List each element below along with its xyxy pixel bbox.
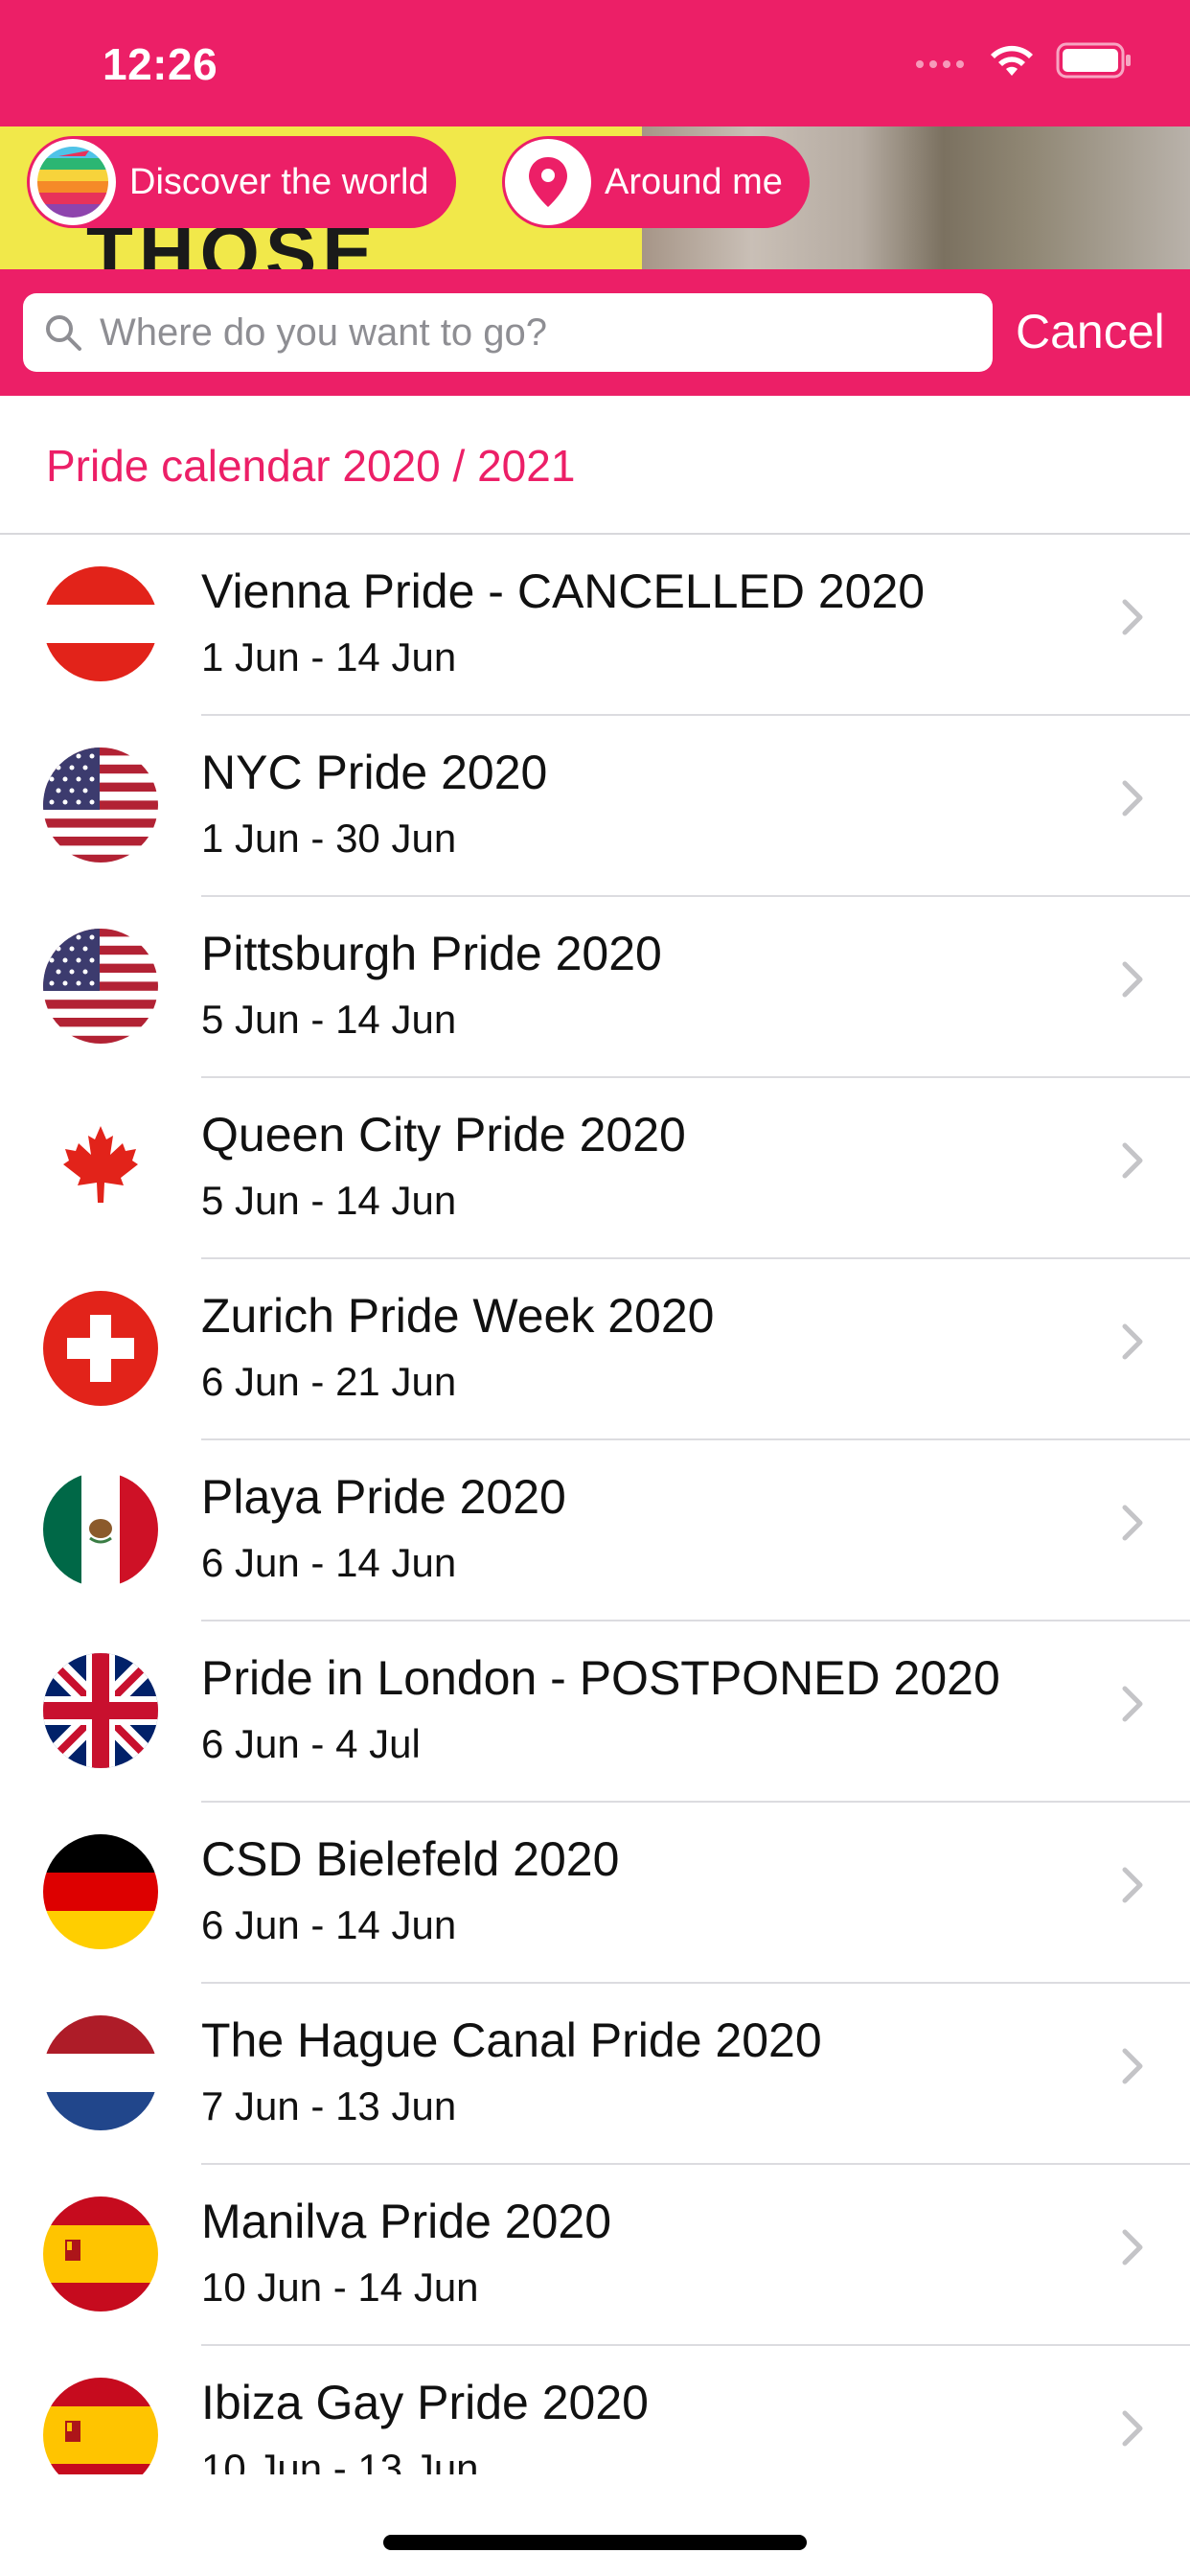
discover-world-button[interactable]: Discover the world — [27, 136, 456, 228]
chevron-right-icon — [1121, 1866, 1144, 1909]
signal-icon — [914, 51, 968, 75]
event-dates: 6 Jun - 14 Jun — [201, 1902, 457, 1947]
netherlands-flag-icon — [42, 2014, 159, 2131]
list-item[interactable]: Pride in London - POSTPONED 2020 6 Jun -… — [0, 1622, 1190, 1803]
status-bar: 12:26 — [0, 0, 1190, 126]
wifi-icon — [989, 43, 1035, 82]
list-item[interactable]: Manilva Pride 2020 10 Jun - 14 Jun — [0, 2165, 1190, 2346]
list-item[interactable]: CSD Bielefeld 2020 6 Jun - 14 Jun — [0, 1803, 1190, 1984]
event-dates: 6 Jun - 4 Jul — [201, 1721, 421, 1766]
event-list: Vienna Pride - CANCELLED 2020 1 Jun - 14… — [0, 535, 1190, 2474]
event-title: Playa Pride 2020 — [201, 1470, 566, 1524]
chevron-right-icon — [1121, 2409, 1144, 2452]
event-title: The Hague Canal Pride 2020 — [201, 2013, 822, 2067]
uk-flag-icon — [42, 1652, 159, 1769]
event-dates: 6 Jun - 14 Jun — [201, 1540, 457, 1585]
list-item[interactable]: NYC Pride 2020 1 Jun - 30 Jun — [0, 716, 1190, 897]
event-title: Pride in London - POSTPONED 2020 — [201, 1651, 1000, 1705]
chevron-right-icon — [1121, 1322, 1144, 1366]
event-dates: 5 Jun - 14 Jun — [201, 1178, 457, 1223]
event-dates: 1 Jun - 30 Jun — [201, 816, 457, 861]
chevron-right-icon — [1121, 2228, 1144, 2271]
event-title: Pittsburgh Pride 2020 — [201, 927, 662, 980]
section-header: Pride calendar 2020 / 2021 — [0, 396, 1190, 535]
austria-flag-icon — [42, 565, 159, 682]
chevron-right-icon — [1121, 2047, 1144, 2090]
usa-flag-icon — [42, 747, 159, 863]
switzerland-flag-icon — [42, 1290, 159, 1407]
list-item[interactable]: Queen City Pride 2020 5 Jun - 14 Jun — [0, 1078, 1190, 1259]
event-title: Queen City Pride 2020 — [201, 1108, 686, 1162]
mexico-flag-icon — [42, 1471, 159, 1588]
list-item[interactable]: Vienna Pride - CANCELLED 2020 1 Jun - 14… — [0, 535, 1190, 716]
event-title: CSD Bielefeld 2020 — [201, 1832, 620, 1886]
event-dates: 7 Jun - 13 Jun — [201, 2083, 457, 2128]
home-indicator[interactable] — [383, 2535, 807, 2550]
event-title: NYC Pride 2020 — [201, 746, 548, 799]
cancel-button[interactable]: Cancel — [1016, 304, 1165, 359]
list-item[interactable]: The Hague Canal Pride 2020 7 Jun - 13 Ju… — [0, 1984, 1190, 2165]
event-dates: 10 Jun - 13 Jun — [201, 2446, 479, 2474]
status-icons — [914, 42, 1133, 83]
event-title: Ibiza Gay Pride 2020 — [201, 2376, 649, 2429]
event-title: Vienna Pride - CANCELLED 2020 — [201, 564, 926, 618]
search-bar: Where do you want to go? Cancel — [0, 269, 1190, 396]
chevron-right-icon — [1121, 1685, 1144, 1728]
chevron-right-icon — [1121, 1504, 1144, 1547]
chevron-right-icon — [1121, 779, 1144, 822]
search-input[interactable]: Where do you want to go? — [23, 293, 993, 372]
event-dates: 10 Jun - 14 Jun — [201, 2265, 479, 2310]
list-item[interactable]: Ibiza Gay Pride 2020 10 Jun - 13 Jun — [0, 2346, 1190, 2474]
list-item[interactable]: Playa Pride 2020 6 Jun - 14 Jun — [0, 1440, 1190, 1622]
globe-icon — [30, 139, 116, 225]
chevron-right-icon — [1121, 960, 1144, 1003]
canada-flag-icon — [42, 1109, 159, 1226]
spain-flag-icon — [42, 2196, 159, 2312]
event-title: Zurich Pride Week 2020 — [201, 1289, 715, 1343]
spain-flag-icon — [42, 2377, 159, 2474]
discover-world-label: Discover the world — [129, 161, 429, 202]
location-pin-icon — [505, 139, 591, 225]
around-me-button[interactable]: Around me — [502, 136, 810, 228]
search-placeholder: Where do you want to go? — [100, 310, 547, 354]
chevron-right-icon — [1121, 598, 1144, 641]
battery-icon — [1056, 42, 1133, 83]
section-title: Pride calendar 2020 / 2021 — [46, 441, 576, 491]
around-me-label: Around me — [605, 161, 783, 202]
event-dates: 6 Jun - 21 Jun — [201, 1359, 457, 1404]
event-title: Manilva Pride 2020 — [201, 2195, 612, 2248]
germany-flag-icon — [42, 1833, 159, 1950]
status-time: 12:26 — [103, 39, 218, 89]
search-icon — [44, 313, 82, 352]
list-item[interactable]: Zurich Pride Week 2020 6 Jun - 21 Jun — [0, 1259, 1190, 1440]
chevron-right-icon — [1121, 1141, 1144, 1184]
list-item[interactable]: Pittsburgh Pride 2020 5 Jun - 14 Jun — [0, 897, 1190, 1078]
usa-flag-icon — [42, 928, 159, 1045]
event-dates: 5 Jun - 14 Jun — [201, 997, 457, 1042]
event-dates: 1 Jun - 14 Jun — [201, 634, 457, 679]
